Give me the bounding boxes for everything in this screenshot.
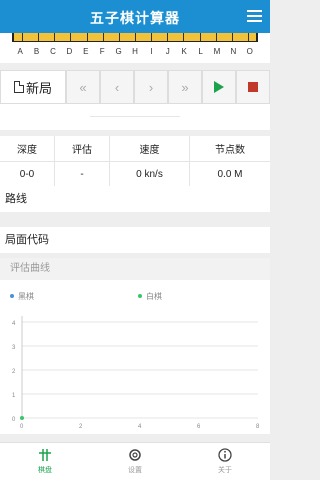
board-column-label: D xyxy=(66,47,73,56)
board-gridline xyxy=(118,33,120,41)
prev-move-button[interactable]: ‹ xyxy=(100,70,134,104)
board-gridline xyxy=(151,33,153,41)
tab-board[interactable]: 棋盘 xyxy=(0,443,90,480)
y-tick-label: 1 xyxy=(12,393,16,399)
board-gridline xyxy=(54,33,56,41)
double-right-icon: » xyxy=(181,79,189,95)
info-icon xyxy=(218,448,232,462)
board-gridline xyxy=(102,33,104,41)
board-column-label: F xyxy=(99,47,105,56)
stop-icon xyxy=(248,82,258,92)
gear-icon xyxy=(129,449,141,461)
y-tick-label: 2 xyxy=(12,369,16,375)
bottom-tab-bar: 棋盘 设置 关于 xyxy=(0,442,270,480)
header-speed: 速度 xyxy=(110,136,190,161)
board-column-label: M xyxy=(213,47,221,56)
board-gridline xyxy=(86,33,88,41)
board-column-label: H xyxy=(132,47,138,56)
chart-title: 评估曲线 xyxy=(0,258,270,280)
board-gridline xyxy=(231,33,233,41)
board-gridline xyxy=(247,33,249,41)
x-tick-label: 2 xyxy=(79,424,83,430)
gomoku-board[interactable]: A B C D E F G H I J K L MNO xyxy=(0,33,270,63)
board-column-label: I xyxy=(150,47,153,56)
chevron-right-icon: › xyxy=(148,79,154,95)
stats-value-row: 0-0 - 0 kn/s 0.0 M xyxy=(0,161,270,186)
x-tick-label: 8 xyxy=(256,424,260,430)
tab-board-label: 棋盘 xyxy=(38,467,52,474)
x-tick-label: 0 xyxy=(20,424,24,430)
board-column-label: N xyxy=(230,47,237,56)
y-tick-label: 0 xyxy=(12,417,16,423)
board-gridline xyxy=(22,33,24,41)
start-analysis-button[interactable] xyxy=(202,70,236,104)
header-evaluation: 评估 xyxy=(55,136,110,161)
value-speed: 0 kn/s xyxy=(110,162,190,186)
app-title: 五子棋计算器 xyxy=(90,10,180,26)
x-tick-label: 4 xyxy=(138,424,142,430)
last-move-button[interactable]: » xyxy=(168,70,202,104)
board-column-label: G xyxy=(115,47,122,56)
tab-about[interactable]: 关于 xyxy=(180,443,270,480)
stats-header-row: 深度 评估 速度 节点数 xyxy=(0,136,270,161)
board-gridline xyxy=(199,33,201,41)
board-column-label: C xyxy=(50,47,56,56)
board-gridline xyxy=(135,33,136,41)
app-header: 五子棋计算器 xyxy=(0,0,270,33)
panel-drag-handle[interactable] xyxy=(0,104,270,130)
board-column-labels: A B C D E F G H I J K L MNO xyxy=(12,47,258,59)
header-nodes: 节点数 xyxy=(215,145,245,156)
value-depth: 0-0 xyxy=(0,162,55,186)
header-depth: 深度 xyxy=(0,136,55,161)
board-column-label: K xyxy=(181,47,187,56)
board-column-label: A xyxy=(17,47,23,56)
next-move-button[interactable]: › xyxy=(134,70,168,104)
new-game-label: 新局 xyxy=(25,80,52,96)
board-gridline xyxy=(215,33,217,41)
data-point xyxy=(20,416,24,420)
first-move-button[interactable]: « xyxy=(66,70,100,104)
tab-settings-label: 设置 xyxy=(128,467,142,474)
value-nodes: 0.0 M xyxy=(217,168,243,180)
board-column-label: L xyxy=(198,47,203,56)
double-left-icon: « xyxy=(79,79,87,95)
stats-table: 深度 评估 速度 节点数 0-0 - 0 kn/s 0.0 M xyxy=(0,136,270,186)
legend-label: 白棋 xyxy=(146,291,162,301)
y-tick-label: 3 xyxy=(12,345,16,351)
evaluation-chart-svg: 黑棋 白棋 0 1 2 3 4 0 2 4 6 8 xyxy=(10,291,260,430)
play-icon xyxy=(214,81,224,93)
tab-about-label: 关于 xyxy=(218,467,232,474)
x-tick-label: 6 xyxy=(197,424,201,430)
chevron-left-icon: ‹ xyxy=(114,79,120,95)
stop-analysis-button[interactable] xyxy=(236,70,270,104)
board-gridline xyxy=(38,33,40,41)
toolbar: 新局 « ‹ › » xyxy=(0,70,270,104)
board-column-label: O xyxy=(246,47,253,56)
document-icon xyxy=(13,80,25,93)
tab-settings[interactable]: 设置 xyxy=(90,443,180,480)
legend-label: 黑棋 xyxy=(18,291,34,301)
legend-marker xyxy=(10,294,14,298)
y-tick-label: 4 xyxy=(12,321,16,327)
board-column-label: J xyxy=(165,47,170,56)
board-column-label: B xyxy=(33,47,40,56)
board-grid-icon xyxy=(39,449,51,461)
evaluation-chart: 评估曲线 黑棋 白棋 0 1 2 3 4 0 2 4 6 8 xyxy=(0,258,270,434)
route-section[interactable]: 路线 xyxy=(0,186,270,212)
board-edge xyxy=(12,33,258,42)
board-gridline xyxy=(183,33,185,41)
board-gridline xyxy=(70,33,72,41)
board-column-label: E xyxy=(83,47,89,56)
menu-icon[interactable] xyxy=(247,10,262,23)
new-game-button[interactable]: 新局 xyxy=(0,70,66,104)
board-gridline xyxy=(167,33,169,41)
value-evaluation: - xyxy=(55,162,110,186)
legend-marker xyxy=(138,294,142,298)
position-code-section[interactable]: 局面代码 xyxy=(0,227,270,253)
